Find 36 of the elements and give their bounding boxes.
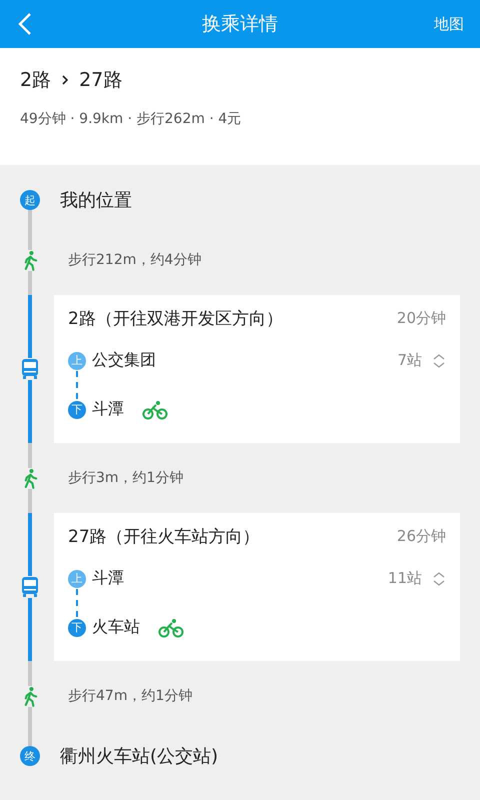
walking-person-icon — [22, 686, 38, 706]
expand-icon[interactable] — [432, 570, 446, 586]
place-name: 我的位置 — [60, 189, 132, 212]
page-title: 换乘详情 — [201, 12, 279, 37]
bicycle-icon[interactable] — [142, 400, 168, 420]
alight-badge: 下 — [68, 618, 86, 636]
stop-name: 公交集团 — [92, 350, 156, 371]
chevron-right-icon — [61, 74, 70, 86]
route-name: 27路 — [79, 68, 122, 93]
alight-badge: 下 — [68, 400, 86, 418]
place-name: 衢州火车站(公交站) — [60, 745, 218, 768]
expand-icon[interactable] — [432, 352, 446, 368]
bicycle-icon[interactable] — [158, 618, 184, 638]
walk-info: 步行3m，约1分钟 — [68, 469, 184, 487]
bus-line: 27路（开往火车站方向） — [68, 526, 260, 548]
trip-info: 49分钟 · 9.9km · 步行262m · 4元 — [20, 110, 242, 128]
board-badge: 上 — [68, 570, 86, 588]
board-badge: 上 — [68, 352, 86, 370]
bus-card[interactable]: 27路（开往火车站方向） 26分钟 上 斗潭 11站 下 火车站 — [54, 513, 460, 661]
endpoint-badge: 起 — [20, 190, 40, 210]
duration: 20分钟 — [396, 309, 446, 328]
walking-person-icon — [22, 250, 38, 270]
stop-name: 斗潭 — [92, 568, 124, 589]
stop-name: 火车站 — [92, 617, 140, 638]
walk-info: 步行212m，约4分钟 — [68, 251, 202, 269]
stop-count: 11站 — [388, 569, 422, 588]
bus-line: 2路（开往双港开发区方向） — [68, 308, 283, 330]
duration: 26分钟 — [396, 527, 446, 546]
route-name: 2路 — [20, 68, 52, 93]
endpoint-badge: 终 — [20, 746, 40, 766]
walking-person-icon — [22, 468, 38, 488]
back-icon[interactable] — [18, 12, 32, 36]
bus-card[interactable]: 2路（开往双港开发区方向） 20分钟 上 公交集团 7站 下 斗潭 — [54, 295, 460, 443]
stop-name: 斗潭 — [92, 399, 124, 420]
stop-count: 7站 — [397, 351, 422, 370]
walk-info: 步行47m，约1分钟 — [68, 687, 192, 705]
